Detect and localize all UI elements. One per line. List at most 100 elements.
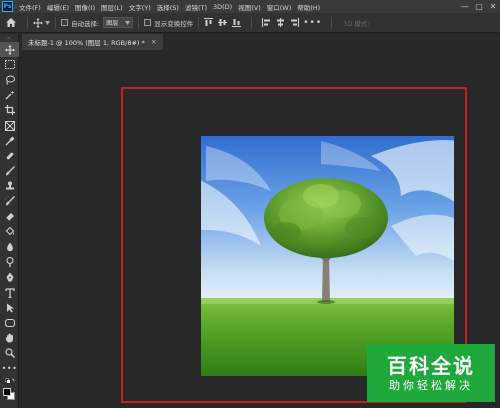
blur-tool[interactable]: [0, 239, 19, 254]
menu-select[interactable]: 选择(S): [157, 2, 179, 12]
paint-bucket-icon: [5, 226, 14, 236]
align-left-button[interactable]: [262, 18, 271, 27]
eraser-tool[interactable]: [0, 209, 19, 224]
align-right-button[interactable]: [290, 18, 300, 27]
crop-tool[interactable]: [0, 103, 19, 118]
lasso-icon: [5, 75, 15, 85]
move-tool[interactable]: [0, 42, 19, 58]
divider: [27, 16, 28, 29]
menu-filter[interactable]: 滤镜(T): [185, 2, 207, 12]
canvas-image[interactable]: [201, 136, 454, 376]
divider: [251, 16, 253, 29]
document-tab-title: 未标题-1 @ 100% (图层 1, RGB/8#) *: [28, 39, 145, 47]
minimize-button[interactable]: —: [458, 0, 472, 13]
watermark-badge: 百科全说 助你轻松解决: [367, 344, 495, 402]
history-brush-icon: [4, 196, 15, 206]
options-bar: 自动选择: 图层 显示变换控件 ••• 3D 模式:: [0, 13, 500, 33]
type-icon: [4, 287, 15, 298]
menu-layer[interactable]: 图层(L): [101, 2, 123, 12]
eyedropper-tool[interactable]: [0, 133, 19, 148]
move-icon: [33, 17, 43, 28]
dodge-tool[interactable]: [0, 255, 19, 270]
tab-close-icon[interactable]: ×: [151, 38, 157, 46]
auto-select-label: 自动选择:: [71, 19, 100, 28]
chevron-down-icon: [125, 20, 131, 25]
default-colors-button[interactable]: [0, 376, 19, 386]
chevron-down-icon: [45, 20, 50, 25]
foreground-color-swatch[interactable]: [3, 388, 11, 397]
align-hcenter-button[interactable]: [276, 18, 285, 27]
checkbox-box: [61, 19, 68, 26]
eyedropper-icon: [5, 136, 14, 146]
divider: [198, 16, 200, 29]
more-options-icon[interactable]: •••: [303, 18, 322, 28]
align-bottom-icon: [232, 19, 242, 27]
marquee-tool[interactable]: [0, 57, 19, 72]
menu-help[interactable]: 帮助(H): [297, 2, 320, 12]
color-swatches[interactable]: [0, 386, 19, 402]
magic-wand-tool[interactable]: [0, 88, 19, 103]
transform-controls-checkbox[interactable]: 显示变换控件: [144, 18, 193, 28]
rounded-rectangle-icon: [4, 318, 15, 328]
tools-panel: » •••: [0, 34, 19, 408]
clone-stamp-tool[interactable]: [0, 179, 19, 194]
move-tool-preset[interactable]: [33, 17, 50, 28]
align-bottom-button[interactable]: [232, 18, 242, 27]
edit-toolbar-button[interactable]: •••: [0, 361, 19, 376]
more-tools-icon: •••: [1, 364, 18, 374]
frame-icon: [4, 120, 15, 131]
crop-icon: [4, 105, 15, 116]
history-brush-tool[interactable]: [0, 194, 19, 209]
watermark-subtitle: 助你轻松解决: [389, 378, 473, 392]
auto-select-dropdown[interactable]: 图层: [103, 17, 134, 28]
lasso-tool[interactable]: [0, 72, 19, 87]
shape-tool[interactable]: [0, 315, 19, 330]
align-top-button[interactable]: [204, 18, 214, 27]
align-vcenter-button[interactable]: [218, 18, 228, 27]
close-button[interactable]: ✕: [486, 0, 500, 13]
eraser-icon: [5, 212, 14, 221]
align-right-icon: [291, 18, 300, 27]
transform-controls-label: 显示变换控件: [154, 19, 194, 28]
path-selection-tool[interactable]: [0, 300, 19, 315]
menu-view[interactable]: 视图(V): [238, 2, 261, 12]
frame-tool[interactable]: [0, 118, 19, 133]
menu-edit[interactable]: 编辑(E): [47, 2, 69, 12]
magic-wand-icon: [5, 90, 14, 100]
menu-window[interactable]: 窗口(W): [267, 2, 292, 12]
brush-tool[interactable]: [0, 164, 19, 179]
menu-type[interactable]: 文字(Y): [129, 2, 151, 12]
menu-image[interactable]: 图像(I): [75, 2, 95, 12]
align-buttons-group: [204, 16, 300, 29]
align-horizontal-center-icon: [277, 18, 285, 27]
bandage-icon: [6, 152, 13, 160]
healing-brush-tool[interactable]: [0, 148, 19, 163]
align-top-icon: [204, 18, 214, 26]
menu-3d[interactable]: 3D(D): [213, 3, 232, 11]
panel-collapse-icon[interactable]: »: [0, 34, 18, 42]
divider: [138, 16, 140, 29]
type-tool[interactable]: [0, 285, 19, 300]
home-icon: [6, 18, 16, 27]
drop-icon: [6, 242, 13, 252]
maximize-button[interactable]: ▢: [472, 0, 486, 13]
arrow-cursor-icon: [6, 303, 14, 313]
tree-photo-image: [201, 136, 454, 376]
checkbox-box: [144, 19, 152, 26]
rectangular-marquee-icon: [4, 60, 15, 70]
zoom-tool[interactable]: [0, 346, 19, 361]
brush-icon: [5, 166, 15, 176]
auto-select-value: 图层: [106, 20, 119, 27]
home-button[interactable]: [0, 18, 22, 27]
stamp-icon: [5, 181, 14, 190]
auto-select-checkbox[interactable]: 自动选择:: [61, 18, 99, 28]
pen-tool[interactable]: [0, 270, 19, 285]
hand-tool[interactable]: [0, 331, 19, 346]
document-tab[interactable]: 未标题-1 @ 100% (图层 1, RGB/8#) * ×: [22, 34, 163, 50]
move-icon: [4, 44, 15, 55]
menu-file[interactable]: 文件(F): [19, 2, 41, 12]
watermark-title: 百科全说: [387, 353, 475, 378]
menu-bar: Ps 文件(F) 编辑(E) 图像(I) 图层(L) 文字(Y) 选择(S) 滤…: [0, 0, 500, 13]
paint-bucket-tool[interactable]: [0, 224, 19, 239]
photoshop-logo-icon: Ps: [2, 1, 13, 12]
